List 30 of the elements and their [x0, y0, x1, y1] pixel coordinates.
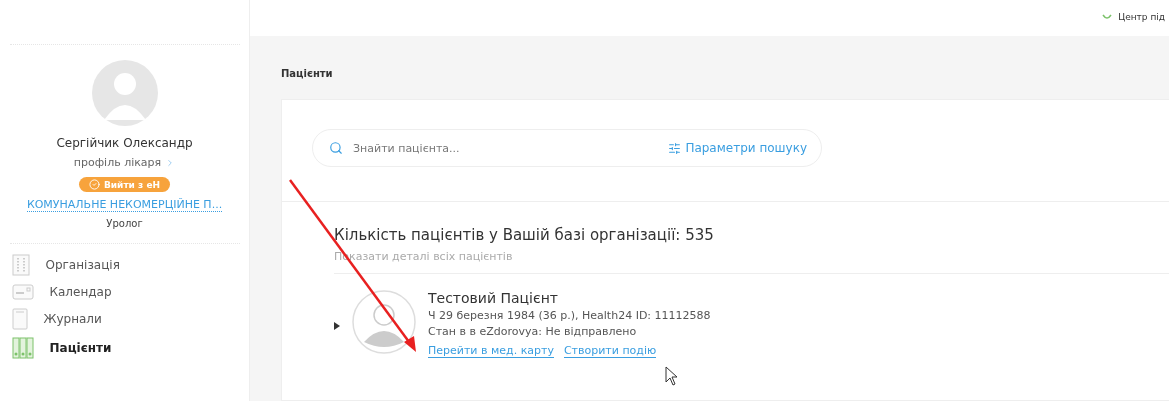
binders-icon [11, 337, 34, 359]
notebook-icon [11, 308, 28, 330]
patient-info: Ч 29 березня 1984 (36 р.), Health24 ID: 11112588 [428, 309, 711, 322]
specialty: Уролог [106, 218, 143, 229]
logout-badge[interactable]: Вийти з еН [78, 177, 171, 192]
breadcrumb: Пацієнти [281, 68, 334, 79]
sidebar-item[interactable]: Журнали [9, 308, 240, 330]
cursor-icon [665, 366, 679, 386]
sidebar-item[interactable]: Календар [9, 283, 240, 301]
sidebar-item[interactable]: Пацієнти [9, 337, 240, 359]
leaf-icon [1102, 13, 1113, 21]
patient-status: Стан в в eZdorovya: Не відправлено [428, 325, 638, 338]
action-link[interactable]: Створити подію [563, 344, 657, 358]
user-name: Сергійчик Олександр [56, 136, 193, 150]
sliders-icon [668, 141, 682, 155]
search-icon [329, 141, 343, 155]
patient-name: Тестовий Пацієнт [428, 290, 559, 306]
patient-avatar [352, 290, 416, 354]
expand-toggle-icon[interactable] [334, 322, 340, 330]
sidebar-item[interactable]: Організація [9, 254, 240, 276]
avatar [91, 60, 158, 126]
support-link[interactable]: Центр під [1102, 12, 1165, 22]
profile-link[interactable]: профіль лікаря [73, 156, 176, 169]
envelope-icon [11, 283, 34, 301]
check-icon [88, 179, 100, 190]
action-link[interactable]: Перейти в мед. карту [428, 344, 554, 358]
patient-count-title: Кількість пацієнтів у Вашій базі організації: 535 [334, 226, 715, 244]
search-options-button[interactable]: Параметри пошуку [668, 141, 807, 155]
organization-link[interactable]: КОМУНАЛЬНЕ НЕКОМЕРЦІЙНЕ П... [26, 198, 223, 212]
building-icon [11, 254, 30, 276]
